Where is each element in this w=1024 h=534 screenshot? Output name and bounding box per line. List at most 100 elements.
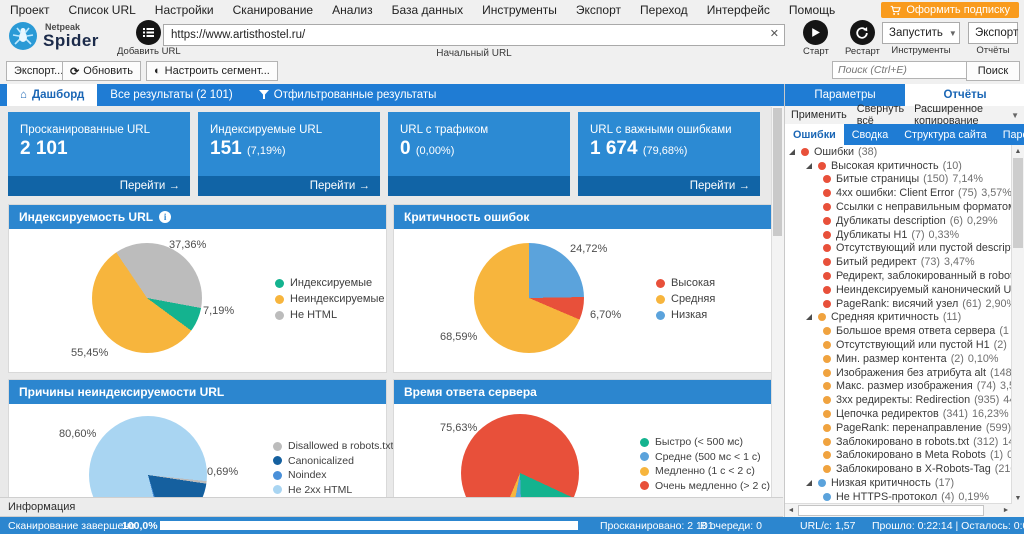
scroll-left-icon[interactable]: ◄ <box>785 507 797 514</box>
card-title: URL с трафиком <box>388 112 570 138</box>
severity-dot <box>823 272 831 280</box>
error-tree-item[interactable]: Цепочка редиректов(341)16,23% <box>785 407 1012 421</box>
legend-item[interactable]: Noindex <box>273 469 393 481</box>
start-button[interactable]: Старт <box>803 20 829 57</box>
scroll-up-icon[interactable]: ▲ <box>1012 145 1024 157</box>
error-tree-item[interactable]: Низкая критичность(17) <box>785 476 1012 490</box>
chevron-down-icon[interactable]: ▼ <box>1011 111 1019 120</box>
legend-item[interactable]: Не HTML <box>275 309 384 321</box>
segment-button[interactable]: ◐Настроить сегмент... <box>146 61 278 81</box>
error-tree-item[interactable]: 4xx ошибки: Client Error(75)3,57% <box>785 186 1012 200</box>
scrollbar-thumb[interactable] <box>1013 158 1023 248</box>
scrollbar-thumb[interactable] <box>773 108 782 236</box>
error-tree-item[interactable]: Мин. размер контента(2)0,10% <box>785 352 1012 366</box>
error-tree-item[interactable]: Дубликаты H1(7)0,33% <box>785 228 1012 242</box>
menu-item[interactable]: Переход <box>640 3 688 17</box>
error-tree-item[interactable]: Ошибки(38) <box>785 145 1012 159</box>
scroll-down-icon[interactable]: ▼ <box>1012 492 1024 504</box>
expander-icon[interactable] <box>789 149 795 155</box>
legend-item[interactable]: Disallowed в robots.txt <box>273 440 393 452</box>
error-tree-item[interactable]: PageRank: перенаправление(599)28,51% <box>785 421 1012 435</box>
search-input[interactable] <box>832 61 980 79</box>
card-go-link[interactable]: Перейти → <box>8 176 190 196</box>
subtab-summary[interactable]: Сводка <box>844 124 896 145</box>
subtab-parsing[interactable]: Парсинг <box>995 124 1024 145</box>
error-tree-item[interactable]: Заблокировано в robots.txt(312)14,85% <box>785 435 1012 449</box>
pie-indexability[interactable] <box>92 243 202 353</box>
dashboard-scrollbar[interactable] <box>771 107 784 497</box>
menu-item[interactable]: База данных <box>392 3 463 17</box>
expander-icon[interactable] <box>806 480 812 486</box>
tab-all-results[interactable]: Все результаты (2 101) <box>97 84 245 106</box>
legend-item[interactable]: Средняя <box>656 293 715 305</box>
menu-item[interactable]: Сканирование <box>233 3 313 17</box>
error-tree-item[interactable]: Не HTTPS-протокол(4)0,19% <box>785 490 1012 504</box>
expander-icon[interactable] <box>806 314 812 320</box>
error-tree-item[interactable]: 3xx редиректы: Redirection(935)44,50% <box>785 393 1012 407</box>
error-tree-item[interactable]: Макс. размер изображения(74)3,52% <box>785 380 1012 394</box>
menu-item[interactable]: Экспорт <box>576 3 621 17</box>
refresh-button[interactable]: ⟳Обновить <box>62 61 141 81</box>
subtab-site-structure[interactable]: Структура сайта <box>896 124 994 145</box>
tab-filtered-results[interactable]: Отфильтрованные результаты <box>246 84 450 106</box>
run-tools-dropdown[interactable]: Запустить▼ <box>882 22 960 44</box>
url-input[interactable] <box>163 24 785 46</box>
menu-item[interactable]: Проект <box>10 3 50 17</box>
legend-item[interactable]: Низкая <box>656 309 715 321</box>
tab-dashboard[interactable]: ⌂ Дашборд <box>7 84 97 106</box>
error-tree-item[interactable]: Отсутствующий или пустой description(5)0… <box>785 242 1012 256</box>
error-tree-item[interactable]: Ссылки с неправильным форматом URL(2)0,1… <box>785 200 1012 214</box>
error-tree-item[interactable]: Заблокировано в Meta Robots(1)0,05% <box>785 449 1012 463</box>
menu-item[interactable]: Настройки <box>155 3 214 17</box>
legend-item[interactable]: Не 2xx HTML <box>273 484 393 496</box>
restart-button[interactable]: Рестарт <box>845 20 880 57</box>
info-icon[interactable]: i <box>159 211 171 223</box>
legend-item[interactable]: Высокая <box>656 277 715 289</box>
error-tree-item[interactable]: Отсутствующий или пустой H1(2)0,10% <box>785 338 1012 352</box>
card-go-link[interactable]: Перейти → <box>578 176 760 196</box>
error-tree-item[interactable]: Средняя критичность(11) <box>785 311 1012 325</box>
menu-item[interactable]: Инструменты <box>482 3 557 17</box>
export-reports-dropdown[interactable]: Экспорт▼ <box>968 22 1018 44</box>
error-tree-item[interactable]: Заблокировано в X-Robots-Tag(210)10,00% <box>785 462 1012 476</box>
error-tree-item[interactable]: PageRank: висячий узел(61)2,90% <box>785 297 1012 311</box>
pie-nonindexable-reasons[interactable] <box>89 416 207 497</box>
menu-item[interactable]: Интерфейс <box>707 3 770 17</box>
information-bar[interactable]: Информация <box>0 497 783 517</box>
pie-error-severity[interactable] <box>474 243 584 353</box>
tree-vscrollbar[interactable]: ▲ ▼ <box>1011 145 1024 504</box>
severity-dot <box>823 231 831 239</box>
severity-dot <box>823 258 831 266</box>
error-tree-item[interactable]: Изображения без атрибута alt(148)7,04% <box>785 366 1012 380</box>
card-go-link[interactable] <box>388 176 570 196</box>
scroll-right-icon[interactable]: ► <box>1000 507 1012 514</box>
clear-url-icon[interactable]: ✕ <box>770 28 779 41</box>
reports-toolbar: Применить Свернуть всё Расширенное копир… <box>785 106 1024 125</box>
legend-item[interactable]: Canonicalized <box>273 455 393 467</box>
subscribe-button[interactable]: Оформить подписку <box>881 2 1019 18</box>
scrollbar-thumb[interactable] <box>798 505 984 516</box>
legend-item[interactable]: Очень медленно (> 2 с) <box>640 480 770 492</box>
pie-response-time[interactable] <box>461 414 579 497</box>
error-tree-item[interactable]: Битые страницы(150)7,14% <box>785 173 1012 187</box>
apply-button[interactable]: Применить <box>791 109 847 121</box>
error-tree-item[interactable]: Высокая критичность(10) <box>785 159 1012 173</box>
error-tree-item[interactable]: Неиндексируемый канонический URL(7)0,33% <box>785 283 1012 297</box>
menu-item[interactable]: Список URL <box>69 3 136 17</box>
menu-item[interactable]: Помощь <box>789 3 835 17</box>
error-tree-item[interactable]: Дубликаты description(6)0,29% <box>785 214 1012 228</box>
legend-item[interactable]: Быстро (< 500 мс) <box>640 436 770 448</box>
error-tree-item[interactable]: Редирект, заблокированный в robots.txt(2… <box>785 269 1012 283</box>
subtab-errors[interactable]: Ошибки <box>785 124 844 145</box>
tree-hscrollbar[interactable]: ◄ ► <box>785 503 1012 517</box>
legend-item[interactable]: Индексируемые <box>275 277 384 289</box>
legend-item[interactable]: Неиндексируемые <box>275 293 384 305</box>
legend-item[interactable]: Средне (500 мс < 1 с) <box>640 451 770 463</box>
menu-item[interactable]: Анализ <box>332 3 373 17</box>
legend-item[interactable]: Медленно (1 с < 2 с) <box>640 465 770 477</box>
card-go-link[interactable]: Перейти → <box>198 176 380 196</box>
search-button[interactable]: Поиск <box>966 61 1020 81</box>
error-tree-item[interactable]: Битый редирект(73)3,47% <box>785 255 1012 269</box>
expander-icon[interactable] <box>806 163 812 169</box>
error-tree-item[interactable]: Большое время ответа сервера(1 594)75,87… <box>785 324 1012 338</box>
